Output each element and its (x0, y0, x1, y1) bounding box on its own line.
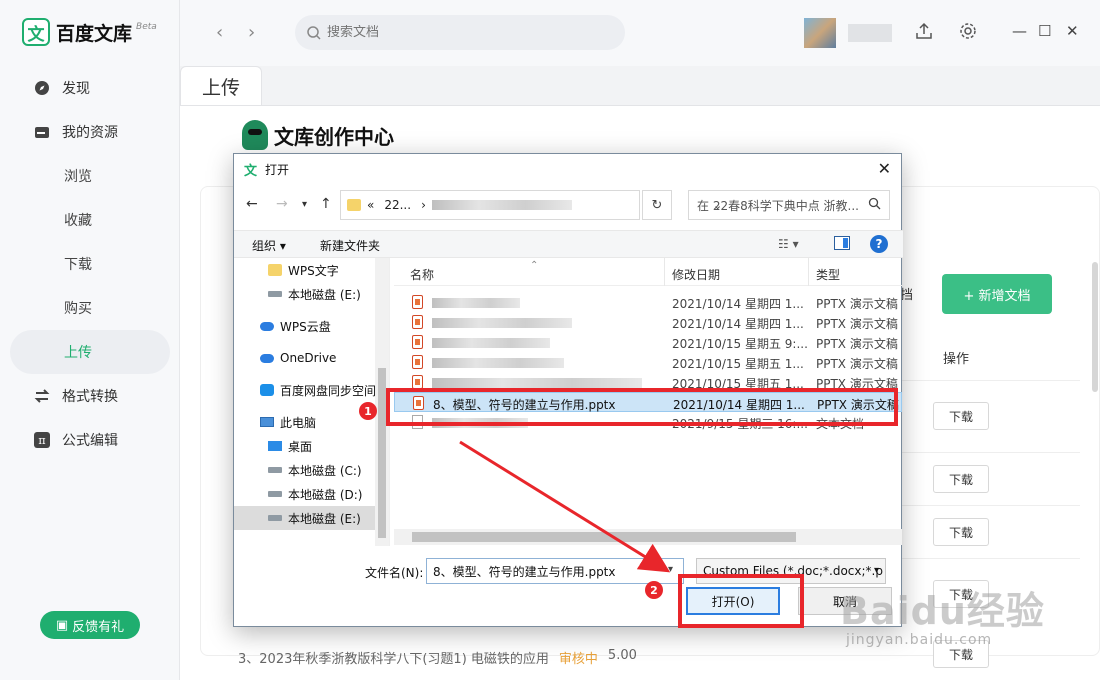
baidu-watermark: Baidu经验 (840, 589, 1045, 633)
annotation-arrow (459, 440, 671, 573)
watermark-url: jingyan.baidu.com (846, 632, 993, 648)
